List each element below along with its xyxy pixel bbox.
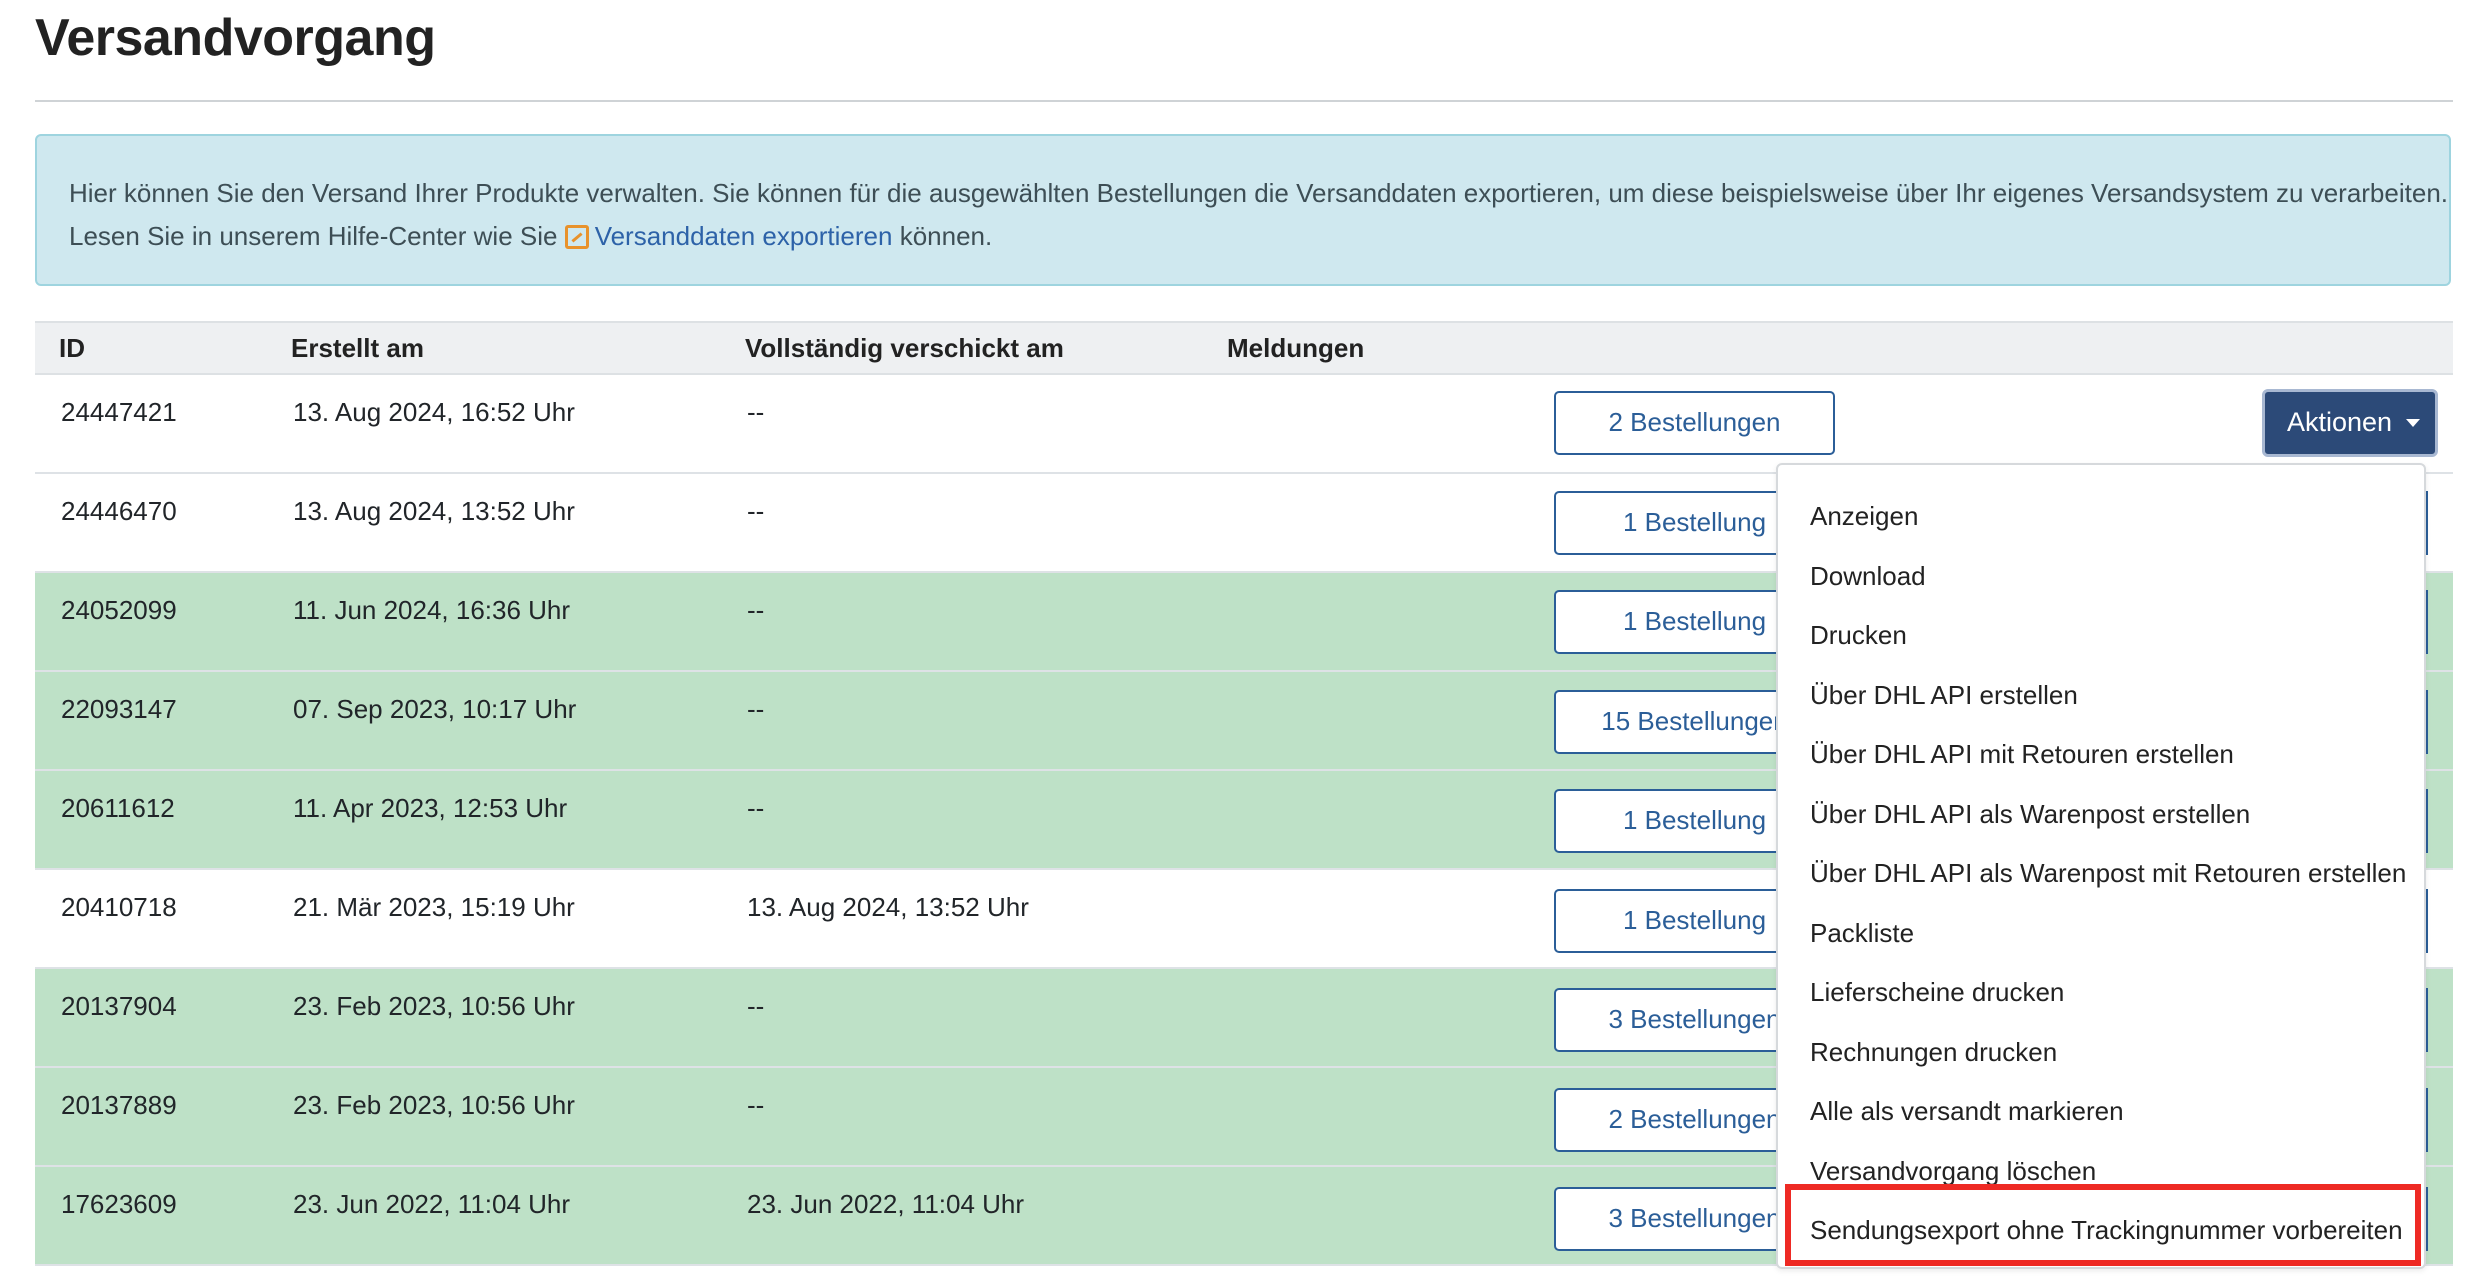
export-help-link[interactable]: Versanddaten exportieren [595,221,893,251]
column-header-shipped[interactable]: Vollständig verschickt am [721,321,1203,375]
dropdown-item[interactable]: Lieferscheine drucken [1778,963,2424,1023]
cell-shipped: -- [721,374,1203,474]
cell-id: 17623609 [35,1166,267,1266]
dropdown-item[interactable]: Über DHL API erstellen [1778,666,2424,726]
cell-shipped: -- [721,968,1203,1068]
orders-button[interactable]: 2 Bestellungen [1554,391,1835,455]
cell-created: 13. Aug 2024, 13:52 Uhr [267,473,721,573]
cell-created: 13. Aug 2024, 16:52 Uhr [267,374,721,474]
info-alert: Hier können Sie den Versand Ihrer Produk… [35,134,2451,286]
caret-down-icon [2406,419,2421,427]
cell-created: 11. Apr 2023, 12:53 Uhr [267,770,721,870]
dropdown-item[interactable]: Packliste [1778,904,2424,964]
dropdown-item[interactable]: Rechnungen drucken [1778,1023,2424,1083]
dropdown-item[interactable]: Download [1778,547,2424,607]
cell-created: 21. Mär 2023, 15:19 Uhr [267,869,721,969]
title-divider [35,100,2453,102]
cell-shipped: 13. Aug 2024, 13:52 Uhr [721,869,1203,969]
column-header-created[interactable]: Erstellt am [267,321,721,375]
info-text-suffix: können. [899,221,993,251]
cell-id: 24446470 [35,473,267,573]
table-row[interactable]: 24447421 13. Aug 2024, 16:52 Uhr -- [35,374,2453,474]
cell-id: 20410718 [35,869,267,969]
dropdown-item[interactable]: Alle als versandt markieren [1778,1082,2424,1142]
dropdown-item[interactable]: Drucken [1778,606,2424,666]
actions-button-label: Aktionen [2287,407,2393,437]
annotation-highlight-box [1785,1184,2421,1266]
export-icon [564,225,589,249]
cell-created: 23. Feb 2023, 10:56 Uhr [267,1067,721,1167]
actions-dropdown-menu: Anzeigen Download Drucken Über DHL API erst… [1776,463,2426,1269]
column-header-messages[interactable]: Meldungen [1203,321,2453,375]
info-text: Hier können Sie den Versand Ihrer Produk… [69,178,2448,208]
cell-shipped: -- [721,572,1203,672]
dropdown-item[interactable]: Über DHL API mit Retouren erstellen [1778,725,2424,785]
table-header-row: ID Erstellt am Vollständig verschickt am… [35,321,2453,375]
cell-shipped: 23. Jun 2022, 11:04 Uhr [721,1166,1203,1266]
cell-id: 24052099 [35,572,267,672]
page-title: Versandvorgang [35,9,436,67]
cell-created: 23. Feb 2023, 10:56 Uhr [267,968,721,1068]
column-header-id[interactable]: ID [35,321,267,375]
info-help-line: Lesen Sie in unserem Hilfe-Center wie Si… [69,215,2417,258]
cell-id: 20137889 [35,1067,267,1167]
cell-shipped: -- [721,1067,1203,1167]
cell-id: 20611612 [35,770,267,870]
cell-id: 20137904 [35,968,267,1068]
dropdown-item[interactable]: Anzeigen [1778,487,2424,547]
dropdown-item[interactable]: Über DHL API als Warenpost erstellen [1778,785,2424,845]
dropdown-item[interactable]: Über DHL API als Warenpost mit Retouren … [1778,844,2424,904]
cell-id: 24447421 [35,374,267,474]
cell-id: 22093147 [35,671,267,771]
cell-shipped: -- [721,770,1203,870]
actions-dropdown-button[interactable]: Aktionen [2262,389,2438,457]
cell-created: 11. Jun 2024, 16:36 Uhr [267,572,721,672]
cell-created: 23. Jun 2022, 11:04 Uhr [267,1166,721,1266]
cell-shipped: -- [721,671,1203,771]
cell-created: 07. Sep 2023, 10:17 Uhr [267,671,721,771]
cell-shipped: -- [721,473,1203,573]
info-text-prefix: Lesen Sie in unserem Hilfe-Center wie Si… [69,221,558,251]
